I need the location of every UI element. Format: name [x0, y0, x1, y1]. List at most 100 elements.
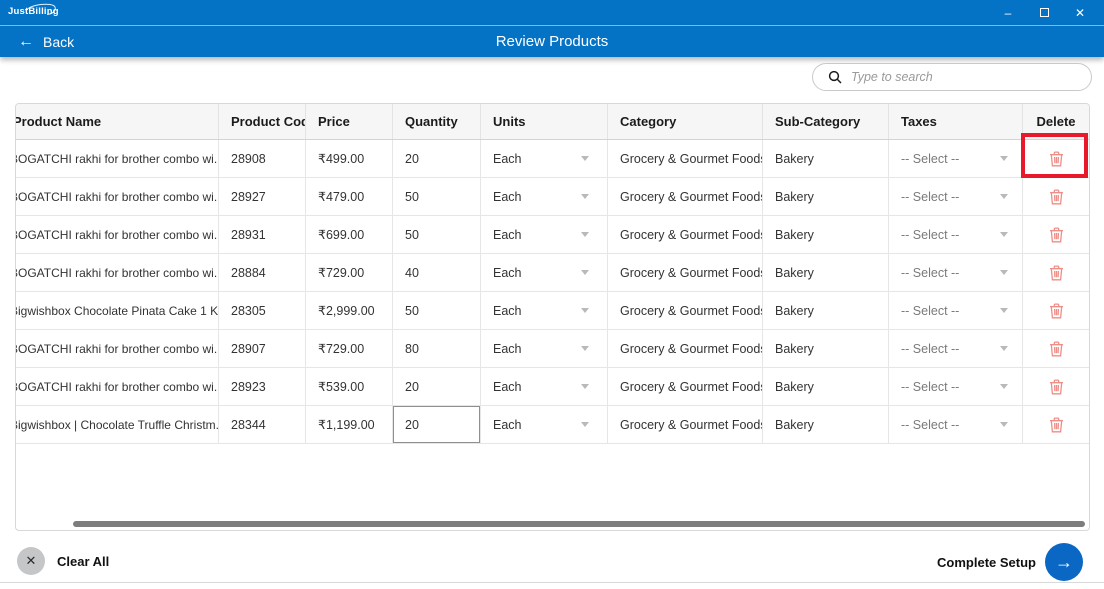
cell-units-dropdown[interactable]: Each	[481, 140, 608, 177]
table-row: BOGATCHI rakhi for brother combo wi...28…	[16, 330, 1089, 368]
delete-row-button[interactable]	[1045, 260, 1068, 285]
taxes-value: -- Select --	[901, 342, 959, 356]
cell-taxes-dropdown[interactable]: -- Select --	[889, 216, 1023, 253]
cell-units-dropdown[interactable]: Each	[481, 292, 608, 329]
table-row: BOGATCHI rakhi for brother combo wi...28…	[16, 254, 1089, 292]
delete-row-button[interactable]	[1045, 184, 1068, 209]
cell-quantity-input[interactable]: 50	[393, 292, 481, 329]
cell-taxes-dropdown[interactable]: -- Select --	[889, 406, 1023, 443]
logo-swoosh-icon	[24, 2, 60, 18]
taxes-value: -- Select --	[901, 380, 959, 394]
products-table-panel: Product NameProduct CodePriceQuantityUni…	[15, 103, 1090, 531]
search-box[interactable]	[812, 63, 1092, 91]
cell-sub-category: Bakery	[763, 292, 889, 329]
cell-price: ₹699.00	[306, 216, 393, 253]
column-header-taxes: Taxes	[889, 104, 1023, 139]
cell-quantity-input[interactable]: 20	[393, 406, 481, 443]
cell-delete	[1023, 216, 1089, 253]
cell-product-name: BOGATCHI rakhi for brother combo wi...	[16, 330, 219, 367]
chevron-down-icon	[581, 308, 589, 313]
cell-units-dropdown[interactable]: Each	[481, 368, 608, 405]
chevron-down-icon	[581, 346, 589, 351]
delete-row-button[interactable]	[1045, 146, 1068, 171]
horizontal-scrollbar[interactable]	[73, 521, 1085, 527]
cell-quantity-input[interactable]: 20	[393, 368, 481, 405]
cell-price: ₹479.00	[306, 178, 393, 215]
complete-setup-label: Complete Setup	[937, 555, 1036, 570]
delete-row-button[interactable]	[1045, 298, 1068, 323]
chevron-down-icon	[1000, 384, 1008, 389]
cell-quantity-input[interactable]: 20	[393, 140, 481, 177]
cell-category: Grocery & Gourmet Foods	[608, 254, 763, 291]
cell-product-name: BOGATCHI rakhi for brother combo wi...	[16, 140, 219, 177]
clear-all-button[interactable]: ✕ Clear All	[17, 547, 109, 575]
chevron-down-icon	[1000, 232, 1008, 237]
chevron-down-icon	[1000, 156, 1008, 161]
cell-product-code: 28923	[219, 368, 306, 405]
cell-units-dropdown[interactable]: Each	[481, 216, 608, 253]
delete-row-button[interactable]	[1045, 336, 1068, 361]
column-header-product-name: Product Name	[16, 104, 219, 139]
cell-units-dropdown[interactable]: Each	[481, 406, 608, 443]
column-header-category: Category	[608, 104, 763, 139]
cell-quantity-input[interactable]: 80	[393, 330, 481, 367]
cell-product-name: BOGATCHI rakhi for brother combo wi...	[16, 368, 219, 405]
cell-units-dropdown[interactable]: Each	[481, 254, 608, 291]
delete-row-button[interactable]	[1045, 222, 1068, 247]
table-body: BOGATCHI rakhi for brother combo wi...28…	[16, 140, 1089, 444]
cell-quantity-input[interactable]: 50	[393, 178, 481, 215]
complete-setup-arrow-icon: →	[1045, 543, 1083, 581]
cell-category: Grocery & Gourmet Foods	[608, 292, 763, 329]
maximize-button[interactable]	[1026, 0, 1062, 25]
chevron-down-icon	[581, 270, 589, 275]
quantity-input-focus-border	[393, 406, 480, 443]
complete-setup-button[interactable]: Complete Setup →	[937, 543, 1083, 581]
cell-taxes-dropdown[interactable]: -- Select --	[889, 140, 1023, 177]
column-header-quantity: Quantity	[393, 104, 481, 139]
cell-sub-category: Bakery	[763, 254, 889, 291]
units-value: Each	[493, 190, 522, 204]
search-icon	[828, 70, 842, 84]
cell-product-code: 28908	[219, 140, 306, 177]
units-value: Each	[493, 342, 522, 356]
cell-price: ₹499.00	[306, 140, 393, 177]
taxes-value: -- Select --	[901, 152, 959, 166]
cell-delete	[1023, 140, 1089, 177]
chevron-down-icon	[1000, 422, 1008, 427]
units-value: Each	[493, 380, 522, 394]
chevron-down-icon	[581, 232, 589, 237]
search-input[interactable]	[842, 70, 1091, 84]
cell-quantity-input[interactable]: 50	[393, 216, 481, 253]
cell-product-code: 28884	[219, 254, 306, 291]
cell-taxes-dropdown[interactable]: -- Select --	[889, 368, 1023, 405]
cell-taxes-dropdown[interactable]: -- Select --	[889, 292, 1023, 329]
cell-quantity-input[interactable]: 40	[393, 254, 481, 291]
cell-taxes-dropdown[interactable]: -- Select --	[889, 178, 1023, 215]
column-header-units: Units	[481, 104, 608, 139]
table-row: BOGATCHI rakhi for brother combo wi...28…	[16, 140, 1089, 178]
taxes-value: -- Select --	[901, 304, 959, 318]
clear-all-x-icon: ✕	[17, 547, 45, 575]
units-value: Each	[493, 266, 522, 280]
table-row: BOGATCHI rakhi for brother combo wi...28…	[16, 178, 1089, 216]
cell-product-code: 28907	[219, 330, 306, 367]
cell-taxes-dropdown[interactable]: -- Select --	[889, 330, 1023, 367]
cell-sub-category: Bakery	[763, 330, 889, 367]
delete-row-button[interactable]	[1045, 412, 1068, 437]
close-button[interactable]: ✕	[1062, 0, 1098, 25]
cell-taxes-dropdown[interactable]: -- Select --	[889, 254, 1023, 291]
cell-sub-category: Bakery	[763, 368, 889, 405]
cell-product-code: 28927	[219, 178, 306, 215]
cell-units-dropdown[interactable]: Each	[481, 330, 608, 367]
minimize-button[interactable]: –	[990, 0, 1026, 25]
cell-delete	[1023, 406, 1089, 443]
cell-sub-category: Bakery	[763, 178, 889, 215]
cell-units-dropdown[interactable]: Each	[481, 178, 608, 215]
page-title: Review Products	[0, 26, 1104, 58]
units-value: Each	[493, 304, 522, 318]
chevron-down-icon	[1000, 270, 1008, 275]
delete-row-button[interactable]	[1045, 374, 1068, 399]
table-row: BOGATCHI rakhi for brother combo wi...28…	[16, 216, 1089, 254]
bottom-divider	[0, 582, 1104, 583]
cell-category: Grocery & Gourmet Foods	[608, 140, 763, 177]
